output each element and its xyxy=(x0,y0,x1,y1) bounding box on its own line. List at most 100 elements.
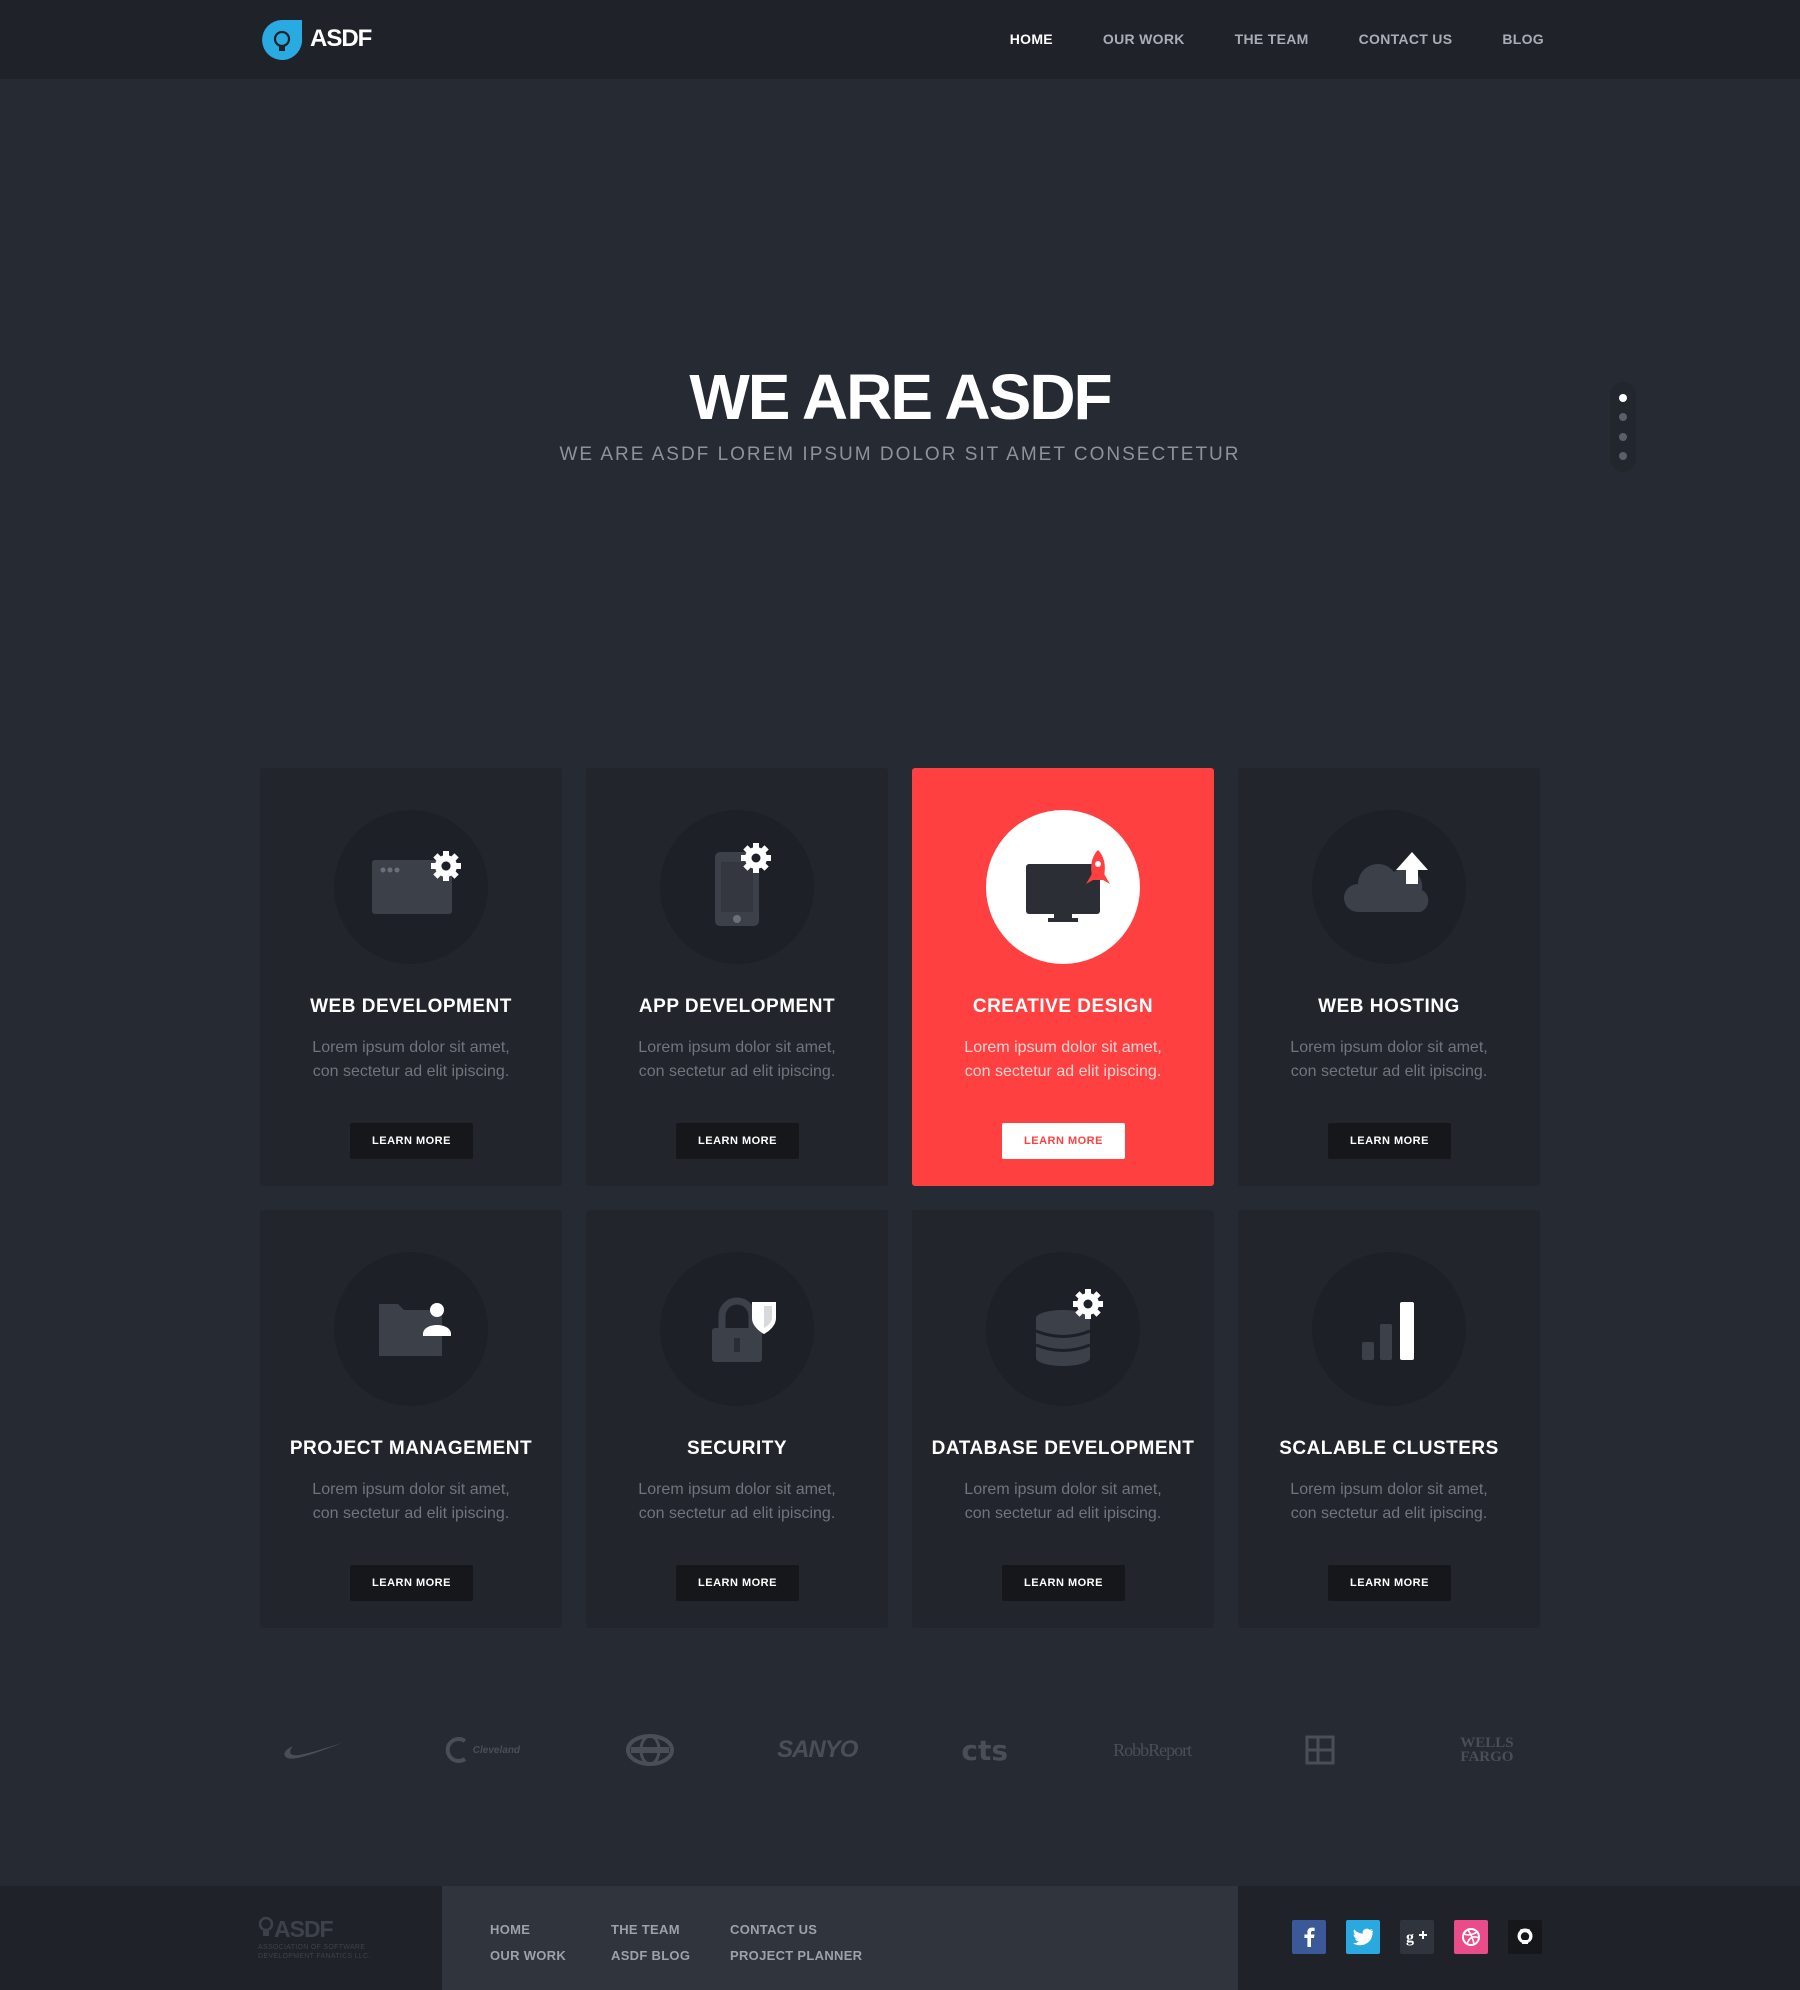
learn-more-button[interactable]: LEARN MORE xyxy=(1002,1565,1125,1601)
service-title: WEB HOSTING xyxy=(1318,996,1460,1017)
nav-the-team[interactable]: THE TEAM xyxy=(1235,31,1309,47)
learn-more-button[interactable]: LEARN MORE xyxy=(1328,1123,1451,1159)
learn-more-button[interactable]: LEARN MORE xyxy=(676,1123,799,1159)
service-desc-line: con sectetur ad elit ipiscing. xyxy=(1290,1505,1488,1522)
footer-link-home[interactable]: HOME xyxy=(490,1922,566,1937)
service-description: Lorem ipsum dolor sit amet, con sectetur… xyxy=(624,1478,850,1526)
service-description: Lorem ipsum dolor sit amet, con sectetur… xyxy=(298,1478,524,1526)
wells-fargo-text: WELLS FARGO xyxy=(1460,1735,1514,1765)
service-description: Lorem ipsum dolor sit amet, con sectetur… xyxy=(950,1036,1176,1084)
github-icon[interactable] xyxy=(1508,1920,1542,1954)
footer-link-project-planner[interactable]: PROJECT PLANNER xyxy=(730,1948,862,1963)
service-desc-line: con sectetur ad elit ipiscing. xyxy=(964,1063,1162,1080)
service-title: SECURITY xyxy=(686,1438,788,1459)
slider-dot-1[interactable] xyxy=(1619,393,1627,402)
twitter-icon[interactable] xyxy=(1346,1920,1380,1954)
service-title: APP DEVELOPMENT xyxy=(638,996,836,1017)
learn-more-button[interactable]: LEARN MORE xyxy=(1002,1123,1125,1159)
footer-links-panel: HOME OUR WORK THE TEAM ASDF BLOG CONTACT… xyxy=(442,1886,1238,1990)
footer-links-col-2: THE TEAM ASDF BLOG xyxy=(611,1922,690,1974)
service-desc-line: con sectetur ad elit ipiscing. xyxy=(638,1505,836,1522)
svg-text:g: g xyxy=(1406,1929,1414,1946)
service-desc-line: con sectetur ad elit ipiscing. xyxy=(964,1505,1162,1522)
service-desc-line: Lorem ipsum dolor sit amet, xyxy=(1290,1481,1488,1498)
nav-contact-us[interactable]: CONTACT US xyxy=(1359,31,1453,47)
sanyo-logo: SANYO xyxy=(762,1730,872,1770)
cleveland-logo: Cleveland xyxy=(427,1730,537,1770)
services-grid: WEB DEVELOPMENT Lorem ipsum dolor sit am… xyxy=(260,768,1542,1628)
wells-fargo-logo: WELLS FARGO xyxy=(1432,1730,1542,1770)
service-card-web-hosting: WEB HOSTING Lorem ipsum dolor sit amet, … xyxy=(1238,768,1540,1186)
service-desc-line: con sectetur ad elit ipiscing. xyxy=(312,1063,510,1080)
google-plus-icon[interactable]: g xyxy=(1400,1920,1434,1954)
lightbulb-icon xyxy=(260,18,304,60)
toyota-scion-logo xyxy=(595,1730,705,1770)
service-desc-line: Lorem ipsum dolor sit amet, xyxy=(638,1039,836,1056)
learn-more-button[interactable]: LEARN MORE xyxy=(350,1565,473,1601)
service-title: PROJECT MANAGEMENT xyxy=(289,1438,533,1459)
cts-text: cts xyxy=(961,1733,1009,1767)
footer-link-asdf-blog[interactable]: ASDF BLOG xyxy=(611,1948,690,1963)
service-card-app-development: APP DEVELOPMENT Lorem ipsum dolor sit am… xyxy=(586,768,888,1186)
learn-more-button[interactable]: LEARN MORE xyxy=(676,1565,799,1601)
service-description: Lorem ipsum dolor sit amet, con sectetur… xyxy=(1276,1478,1502,1526)
slider-dot-3[interactable] xyxy=(1619,432,1627,441)
brand-logo[interactable]: ASDF xyxy=(260,18,372,60)
hero-title: WE ARE ASDF xyxy=(689,361,1112,433)
service-description: Lorem ipsum dolor sit amet, con sectetur… xyxy=(1276,1036,1502,1084)
cleveland-text: Cleveland xyxy=(472,1744,521,1756)
footer-tagline: ASSOCIATION OF SOFTWARE DEVELOPMENT FANA… xyxy=(258,1944,371,1960)
nike-logo xyxy=(260,1730,370,1770)
cts-logo: cts xyxy=(930,1730,1040,1770)
nav-home[interactable]: HOME xyxy=(1010,31,1053,47)
wells-fargo-line: WELLS xyxy=(1460,1735,1514,1751)
service-desc-line: Lorem ipsum dolor sit amet, xyxy=(312,1481,510,1498)
service-desc-line: Lorem ipsum dolor sit amet, xyxy=(312,1039,510,1056)
service-title: SCALABLE CLUSTERS xyxy=(1279,1438,1499,1459)
service-description: Lorem ipsum dolor sit amet, con sectetur… xyxy=(298,1036,524,1084)
dribbble-icon[interactable] xyxy=(1454,1920,1488,1954)
social-links: g xyxy=(1292,1920,1542,1954)
footer-links-col-3: CONTACT US PROJECT PLANNER xyxy=(730,1922,862,1974)
nav-blog[interactable]: BLOG xyxy=(1502,31,1544,47)
service-desc-line: Lorem ipsum dolor sit amet, xyxy=(964,1039,1162,1056)
facebook-icon[interactable] xyxy=(1292,1920,1326,1954)
footer-link-the-team[interactable]: THE TEAM xyxy=(611,1922,690,1937)
service-description: Lorem ipsum dolor sit amet, con sectetur… xyxy=(624,1036,850,1084)
top-header: ASDF HOME OUR WORK THE TEAM CONTACT US B… xyxy=(0,0,1800,79)
service-desc-line: Lorem ipsum dolor sit amet, xyxy=(638,1481,836,1498)
monitor-rocket-icon xyxy=(986,810,1140,964)
sanyo-text: SANYO xyxy=(777,1736,858,1763)
footer-logo[interactable]: ASDF ASSOCIATION OF SOFTWARE DEVELOPMENT… xyxy=(258,1916,388,1961)
hero-subtitle: WE ARE ASDF LOREM IPSUM DOLOR SIT AMET C… xyxy=(559,444,1241,465)
learn-more-button[interactable]: LEARN MORE xyxy=(350,1123,473,1159)
wells-fargo-line: FARGO xyxy=(1460,1749,1514,1765)
footer-link-contact-us[interactable]: CONTACT US xyxy=(730,1922,862,1937)
browser-gear-icon xyxy=(334,810,488,964)
phone-gear-icon xyxy=(660,810,814,964)
service-title: WEB DEVELOPMENT xyxy=(310,996,512,1017)
slider-dot-2[interactable] xyxy=(1619,413,1627,422)
service-card-security: SECURITY Lorem ipsum dolor sit amet, con… xyxy=(586,1210,888,1628)
service-title: DATABASE DEVELOPMENT xyxy=(931,1438,1195,1459)
service-desc-line: con sectetur ad elit ipiscing. xyxy=(638,1063,836,1080)
footer-link-our-work[interactable]: OUR WORK xyxy=(490,1948,566,1963)
slider-dot-4[interactable] xyxy=(1619,452,1627,461)
grid-box-logo xyxy=(1265,1730,1375,1770)
footer: ASDF ASSOCIATION OF SOFTWARE DEVELOPMENT… xyxy=(0,1886,1800,1990)
service-card-creative-design: CREATIVE DESIGN Lorem ipsum dolor sit am… xyxy=(912,768,1214,1186)
service-card-project-management: PROJECT MANAGEMENT Lorem ipsum dolor sit… xyxy=(260,1210,562,1628)
signal-bars-icon xyxy=(1312,1252,1466,1406)
brand-name: ASDF xyxy=(310,25,372,52)
nav-our-work[interactable]: OUR WORK xyxy=(1103,31,1185,47)
service-card-web-development: WEB DEVELOPMENT Lorem ipsum dolor sit am… xyxy=(260,768,562,1186)
footer-links-col-1: HOME OUR WORK xyxy=(490,1922,566,1974)
lock-shield-icon xyxy=(660,1252,814,1406)
client-logos: Cleveland SANYO cts RobbReport WELLS FAR… xyxy=(260,1730,1542,1770)
slider-pagination xyxy=(1610,382,1636,472)
learn-more-button[interactable]: LEARN MORE xyxy=(1328,1565,1451,1601)
robb-report-logo: RobbReport xyxy=(1097,1730,1207,1770)
service-card-database-development: DATABASE DEVELOPMENT Lorem ipsum dolor s… xyxy=(912,1210,1214,1628)
footer-logo-row: ASDF xyxy=(258,1916,388,1943)
service-desc-line: Lorem ipsum dolor sit amet, xyxy=(1290,1039,1488,1056)
